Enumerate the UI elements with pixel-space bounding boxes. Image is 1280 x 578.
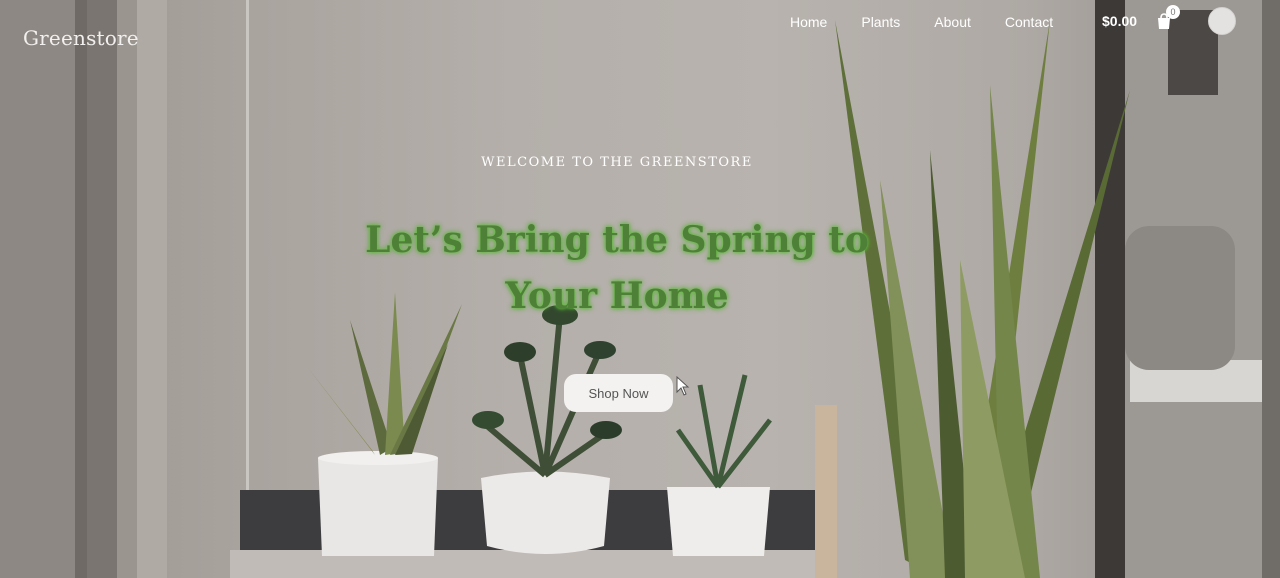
main-nav: Home Plants About Contact: [778, 14, 1087, 30]
shop-now-button[interactable]: Shop Now: [564, 374, 673, 412]
nav-plants-link[interactable]: Plants: [861, 14, 900, 30]
cart-total[interactable]: $0.00: [1102, 13, 1137, 29]
hero-eyebrow: WELCOME TO THE GREENSTORE: [481, 155, 753, 170]
nav-home-link[interactable]: Home: [790, 14, 827, 30]
nav-about-link[interactable]: About: [934, 14, 971, 30]
nav-contact-link[interactable]: Contact: [1005, 14, 1053, 30]
hero-section: Greenstore Home Plants About Contact $0.…: [0, 0, 1280, 578]
brand-logo[interactable]: Greenstore: [23, 26, 139, 50]
mouse-pointer-icon: [676, 376, 690, 396]
user-avatar-icon[interactable]: [1208, 7, 1236, 35]
hero-headline: Let’s Bring the Spring to Your Home: [365, 219, 869, 317]
cart-count-badge: 0: [1166, 5, 1180, 19]
